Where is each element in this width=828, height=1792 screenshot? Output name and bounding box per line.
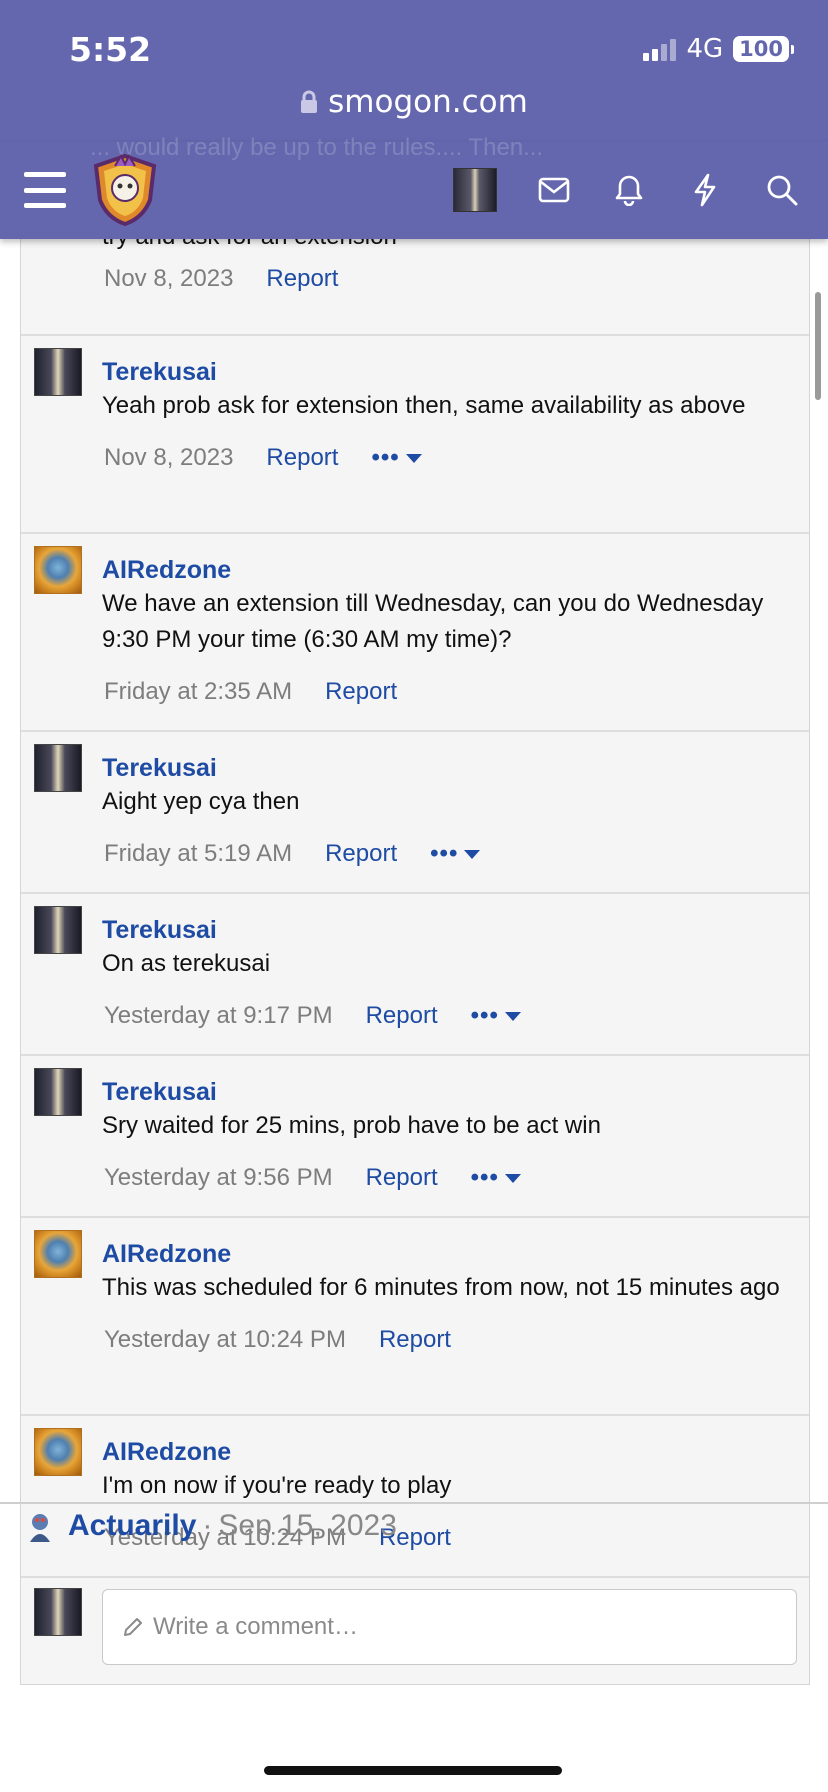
avatar[interactable] (34, 1068, 82, 1116)
battery-icon: 100 (733, 36, 794, 62)
avatar[interactable] (34, 1230, 82, 1278)
comment-text: Sry waited for 25 mins, prob have to be … (102, 1112, 601, 1139)
lock-icon (301, 90, 318, 113)
caret-down-icon (405, 454, 422, 464)
avatar[interactable] (34, 348, 82, 396)
comment-text: This was scheduled for 6 minutes from no… (102, 1274, 780, 1301)
menu-icon[interactable] (24, 172, 66, 208)
report-link[interactable]: Report (266, 265, 338, 293)
comment-text: Aight yep cya then (102, 788, 300, 815)
comment-date[interactable]: Friday at 2:35 AM (104, 678, 292, 706)
comment-item: try and ask for an extension Nov 8, 2023… (21, 223, 809, 336)
more-options-button[interactable]: ••• (471, 1002, 521, 1030)
post-date[interactable]: Sep 15, 2023 (218, 1509, 397, 1543)
comment-text: Yeah prob ask for extension then, same a… (102, 392, 746, 419)
comment-date[interactable]: Yesterday at 10:24 PM (104, 1326, 346, 1354)
comment-author[interactable]: Terekusai (102, 356, 799, 388)
divider (0, 1502, 828, 1504)
comment-author[interactable]: Terekusai (102, 752, 799, 784)
comment-date[interactable]: Yesterday at 9:17 PM (104, 1002, 333, 1030)
comment-text: We have an extension till Wednesday, can… (102, 590, 764, 653)
smogon-logo[interactable] (88, 152, 162, 228)
scrollbar[interactable] (815, 292, 821, 400)
status-time: 5:52 (69, 30, 152, 69)
comment-author[interactable]: AIRedzone (102, 1436, 799, 1468)
report-link[interactable]: Report (325, 840, 397, 868)
comment-item: AIRedzone We have an extension till Wedn… (21, 534, 809, 732)
battery-level: 100 (733, 36, 789, 62)
comment-date[interactable]: Nov 8, 2023 (104, 444, 233, 472)
separator: · (202, 1509, 213, 1542)
comment-item: Terekusai Sry waited for 25 mins, prob h… (21, 1056, 809, 1218)
comment-date[interactable]: Yesterday at 9:56 PM (104, 1164, 333, 1192)
comment-date[interactable]: Friday at 5:19 AM (104, 840, 292, 868)
more-options-button[interactable]: ••• (371, 444, 422, 472)
address-bar[interactable]: smogon.com (0, 84, 828, 120)
report-link[interactable]: Report (366, 1002, 438, 1030)
next-post-header: Actuarily · Sep 15, 2023 (24, 1508, 397, 1544)
comment-list: try and ask for an extension Nov 8, 2023… (20, 223, 810, 1685)
report-link[interactable]: Report (266, 444, 338, 472)
pencil-icon (124, 1618, 142, 1636)
comment-input[interactable]: Write a comment… (102, 1589, 797, 1665)
comment-author[interactable]: Terekusai (102, 1076, 799, 1108)
site-header: ... would really be up to the rules.... … (0, 134, 828, 239)
network-type: 4G (686, 34, 724, 64)
home-indicator[interactable] (264, 1766, 562, 1775)
comment-author[interactable]: AIRedzone (102, 554, 799, 586)
comment-item: Terekusai On as terekusai Yesterday at 9… (21, 894, 809, 1056)
more-options-button[interactable]: ••• (430, 840, 481, 868)
post-author[interactable]: Actuarily (68, 1509, 196, 1543)
report-link[interactable]: Report (366, 1164, 438, 1192)
lightning-icon[interactable] (685, 170, 725, 210)
comment-item: AIRedzone I'm on now if you're ready to … (21, 1416, 809, 1578)
comment-text: On as terekusai (102, 950, 271, 977)
avatar[interactable] (24, 1508, 56, 1544)
avatar[interactable] (34, 906, 82, 954)
comment-item: Terekusai Aight yep cya then Friday at 5… (21, 732, 809, 894)
status-indicators: 4G 100 (643, 34, 794, 64)
avatar[interactable] (34, 744, 82, 792)
comment-composer: Write a comment… (21, 1578, 809, 1684)
avatar (34, 1588, 82, 1636)
caret-down-icon (504, 1012, 521, 1022)
status-bar: 5:52 4G 100 smogon.com (0, 0, 828, 142)
comment-item: AIRedzone This was scheduled for 6 minut… (21, 1218, 809, 1416)
comment-item: Terekusai Yeah prob ask for extension th… (21, 336, 809, 534)
comment-text: I'm on now if you're ready to play (102, 1472, 452, 1499)
avatar[interactable] (34, 546, 82, 594)
caret-down-icon (504, 1174, 521, 1184)
bell-icon[interactable] (609, 170, 649, 210)
report-link[interactable]: Report (379, 1326, 451, 1354)
url-text: smogon.com (328, 84, 528, 120)
avatar[interactable] (34, 1428, 82, 1476)
user-avatar[interactable] (453, 168, 497, 212)
comment-author[interactable]: Terekusai (102, 914, 799, 946)
mail-icon[interactable] (534, 170, 574, 210)
report-link[interactable]: Report (325, 678, 397, 706)
comment-date[interactable]: Nov 8, 2023 (104, 265, 233, 293)
more-options-button[interactable]: ••• (471, 1164, 521, 1192)
comment-author[interactable]: AIRedzone (102, 1238, 799, 1270)
signal-icon (643, 37, 677, 61)
caret-down-icon (464, 850, 481, 860)
comment-input-placeholder: Write a comment… (153, 1613, 358, 1640)
search-icon[interactable] (762, 170, 802, 210)
